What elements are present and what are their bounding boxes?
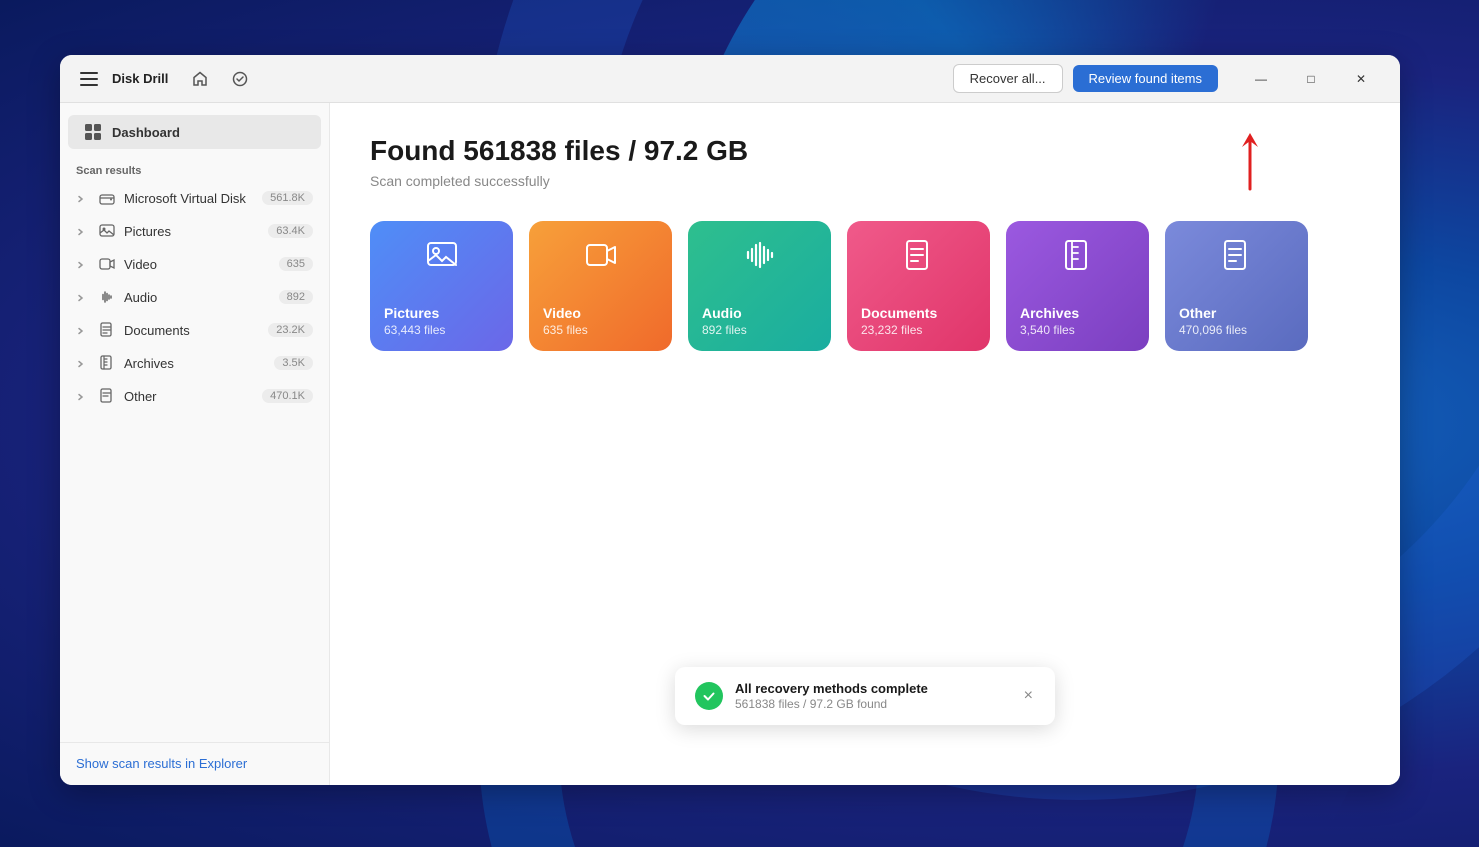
other-label: Other <box>124 389 262 404</box>
card-other[interactable]: Other 470,096 files <box>1165 221 1308 351</box>
chevron-icon <box>76 224 90 238</box>
audio-card-icon <box>744 239 776 278</box>
home-icon <box>192 71 208 87</box>
documents-label: Documents <box>124 323 268 338</box>
card-pictures[interactable]: Pictures 63,443 files <box>370 221 513 351</box>
card-video[interactable]: Video 635 files <box>529 221 672 351</box>
check-circle-icon <box>232 71 248 87</box>
close-button[interactable]: ✕ <box>1338 63 1384 95</box>
chevron-icon <box>76 191 90 205</box>
toast-check-icon <box>695 682 723 710</box>
sidebar-item-other[interactable]: Other 470.1K <box>60 380 329 412</box>
video-card-count: 635 files <box>543 323 588 337</box>
main-content: Found 561838 files / 97.2 GB Scan comple… <box>330 103 1400 785</box>
audio-icon <box>98 288 116 306</box>
toast-close-button[interactable]: × <box>1022 685 1035 707</box>
video-label: Video <box>124 257 279 272</box>
sidebar-item-documents[interactable]: Documents 23.2K <box>60 314 329 346</box>
hamburger-menu-icon[interactable] <box>76 68 102 90</box>
pictures-card-label: Pictures <box>384 305 439 321</box>
chevron-icon <box>76 323 90 337</box>
sidebar-item-virtual-disk[interactable]: Microsoft Virtual Disk 561.8K <box>60 182 329 214</box>
archives-count: 3.5K <box>274 356 313 370</box>
toast-text: All recovery methods complete 561838 fil… <box>735 681 1010 711</box>
pictures-card-icon <box>426 239 458 278</box>
card-documents[interactable]: Documents 23,232 files <box>847 221 990 351</box>
category-cards-grid: Pictures 63,443 files Video 635 files Au… <box>370 221 1360 351</box>
card-archives[interactable]: Archives 3,540 files <box>1006 221 1149 351</box>
chevron-icon <box>76 257 90 271</box>
content-area: Dashboard Scan results Microsoft Virtual… <box>60 103 1400 785</box>
card-audio[interactable]: Audio 892 files <box>688 221 831 351</box>
pictures-count: 63.4K <box>268 224 313 238</box>
pictures-card-count: 63,443 files <box>384 323 445 337</box>
sidebar-item-archives[interactable]: Archives 3.5K <box>60 347 329 379</box>
archives-card-label: Archives <box>1020 305 1079 321</box>
sidebar: Dashboard Scan results Microsoft Virtual… <box>60 103 330 785</box>
dashboard-label: Dashboard <box>112 125 180 140</box>
chevron-icon <box>76 389 90 403</box>
home-button[interactable] <box>184 63 216 95</box>
sidebar-nav: Dashboard Scan results Microsoft Virtual… <box>60 103 329 421</box>
archives-card-count: 3,540 files <box>1020 323 1075 337</box>
audio-label: Audio <box>124 290 279 305</box>
toast-subtitle: 561838 files / 97.2 GB found <box>735 697 1010 711</box>
show-scan-results-button[interactable]: Show scan results in Explorer <box>76 756 247 771</box>
other-card-icon <box>1221 239 1253 278</box>
documents-card-count: 23,232 files <box>861 323 922 337</box>
other-card-count: 470,096 files <box>1179 323 1247 337</box>
archives-label: Archives <box>124 356 274 371</box>
chevron-icon <box>76 356 90 370</box>
video-card-icon <box>585 239 617 278</box>
other-count: 470.1K <box>262 389 313 403</box>
audio-count: 892 <box>279 290 313 304</box>
app-title: Disk Drill <box>112 71 168 86</box>
documents-count: 23.2K <box>268 323 313 337</box>
dashboard-icon <box>84 123 102 141</box>
video-icon <box>98 255 116 273</box>
archives-icon <box>98 354 116 372</box>
toast-notification: All recovery methods complete 561838 fil… <box>675 667 1055 725</box>
sidebar-item-dashboard[interactable]: Dashboard <box>68 115 321 149</box>
status-check-button[interactable] <box>224 63 256 95</box>
sidebar-item-pictures[interactable]: Pictures 63.4K <box>60 215 329 247</box>
title-bar-controls: — □ ✕ <box>1238 63 1384 95</box>
documents-card-label: Documents <box>861 305 937 321</box>
audio-card-label: Audio <box>702 305 742 321</box>
hdd-icon <box>98 189 116 207</box>
maximize-button[interactable]: □ <box>1288 63 1334 95</box>
nav-icons <box>168 63 272 95</box>
audio-card-count: 892 files <box>702 323 747 337</box>
scan-results-section-label: Scan results <box>60 153 329 181</box>
toast-title: All recovery methods complete <box>735 681 1010 696</box>
other-card-label: Other <box>1179 305 1216 321</box>
title-bar-left: Disk Drill <box>76 68 168 90</box>
main-title: Found 561838 files / 97.2 GB <box>370 135 1360 167</box>
other-icon <box>98 387 116 405</box>
title-bar: Disk Drill Recover all... Review found i… <box>60 55 1400 103</box>
sidebar-item-video[interactable]: Video 635 <box>60 248 329 280</box>
chevron-icon <box>76 290 90 304</box>
documents-icon <box>98 321 116 339</box>
header-actions: Recover all... Review found items <box>953 64 1218 93</box>
sidebar-footer: Show scan results in Explorer <box>60 742 329 785</box>
recover-all-button[interactable]: Recover all... <box>953 64 1063 93</box>
pictures-icon <box>98 222 116 240</box>
documents-card-icon <box>903 239 935 278</box>
sidebar-item-audio[interactable]: Audio 892 <box>60 281 329 313</box>
virtual-disk-label: Microsoft Virtual Disk <box>124 191 262 206</box>
main-subtitle: Scan completed successfully <box>370 173 1360 189</box>
video-count: 635 <box>279 257 313 271</box>
video-card-label: Video <box>543 305 581 321</box>
pictures-label: Pictures <box>124 224 268 239</box>
minimize-button[interactable]: — <box>1238 63 1284 95</box>
virtual-disk-count: 561.8K <box>262 191 313 205</box>
app-window: Disk Drill Recover all... Review found i… <box>60 55 1400 785</box>
review-found-items-button[interactable]: Review found items <box>1073 65 1218 92</box>
archives-card-icon <box>1062 239 1094 278</box>
